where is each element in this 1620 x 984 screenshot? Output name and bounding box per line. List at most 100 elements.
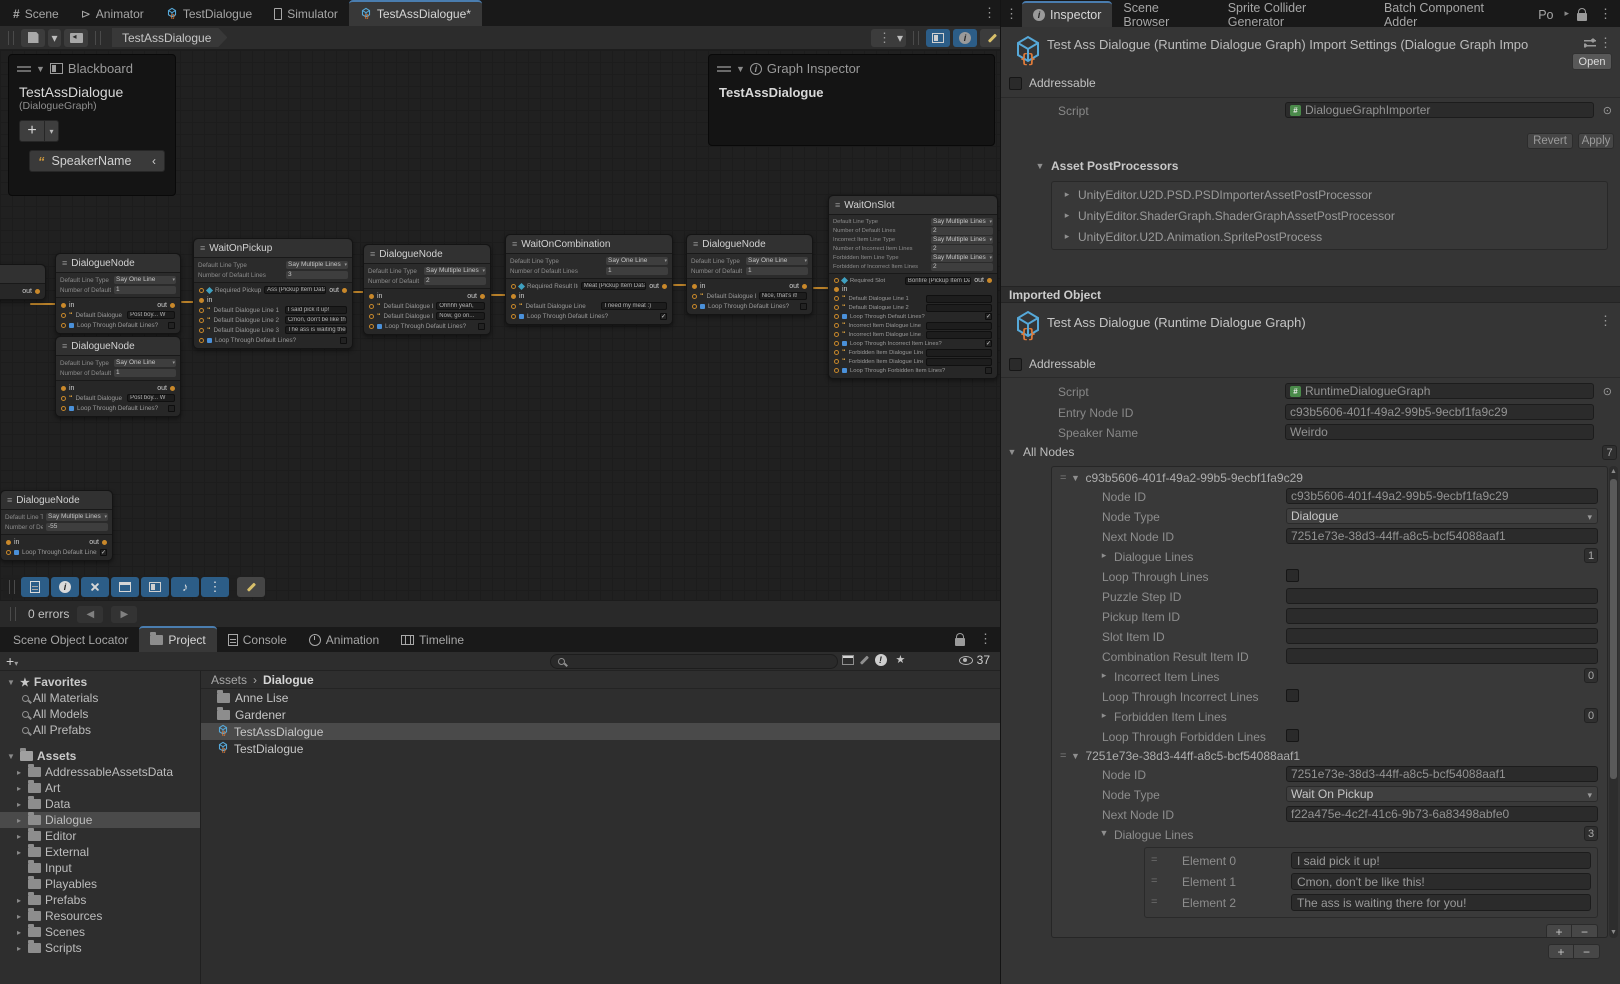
foldout-triangle-icon[interactable]: ▼ — [6, 752, 16, 761]
toggle-minimap-button[interactable] — [21, 577, 49, 597]
node-collapse-icon[interactable]: ≡ — [62, 258, 67, 268]
assets-root-item[interactable]: ▼Assets — [0, 748, 200, 764]
postprocessors-foldout[interactable]: ▼ Asset PostProcessors — [1035, 159, 1620, 173]
addressable-checkbox-2[interactable] — [1009, 358, 1022, 371]
lock-icon[interactable] — [1577, 13, 1587, 21]
save-graph-button[interactable] — [21, 29, 45, 47]
node-connection-edge[interactable] — [673, 284, 687, 286]
footer-more-button[interactable]: ⋮ — [201, 577, 229, 597]
folder-item-input[interactable]: Input — [0, 860, 200, 876]
value-port-icon[interactable] — [834, 341, 839, 346]
node-property-dropdown[interactable]: Say Multiple Lines — [931, 236, 993, 244]
value-port-icon[interactable] — [692, 294, 697, 299]
node-property-dropdown[interactable]: Say One Line — [114, 359, 176, 367]
foldout-triangle-icon[interactable]: ▸ — [1099, 710, 1109, 724]
node-titlebar[interactable]: ≡DialogueNode — [687, 235, 812, 254]
toggle-tools-button[interactable] — [81, 577, 109, 597]
value-port-icon[interactable] — [834, 314, 839, 319]
string-value-field[interactable] — [926, 349, 992, 357]
node-collapse-icon[interactable]: ≡ — [62, 341, 67, 351]
value-port-icon[interactable] — [199, 318, 204, 323]
property-value-field[interactable] — [1286, 588, 1598, 604]
remove-element-button[interactable]: − — [1572, 924, 1598, 938]
node-collapse-icon[interactable]: ≡ — [7, 495, 12, 505]
node-property-dropdown[interactable]: Say Multiple Lines — [424, 267, 486, 275]
output-port-icon[interactable] — [170, 386, 175, 391]
output-port-icon[interactable] — [35, 289, 40, 294]
node-property-dropdown[interactable]: Say Multiple Lines — [931, 218, 993, 226]
string-value-field[interactable] — [926, 322, 992, 330]
input-port-icon[interactable] — [61, 386, 66, 391]
node-section-header[interactable]: =▼c93b5606-401f-49a2-99b5-9ecbf1fa9c29 — [1052, 469, 1607, 487]
graph-inspector-panel[interactable]: ▼ i Graph Inspector TestAssDialogue — [708, 54, 995, 146]
object-reference-field[interactable]: Bonfire (Pickup Item Data) — [905, 277, 971, 285]
value-port-icon[interactable] — [834, 296, 839, 301]
node-property-dropdown[interactable]: Say One Line — [114, 276, 176, 284]
output-port-icon[interactable] — [102, 540, 107, 545]
property-checkbox[interactable] — [1286, 689, 1299, 702]
tab-console[interactable]: Console — [217, 628, 298, 652]
foldout-triangle-icon[interactable]: ▸ — [1062, 189, 1072, 200]
tab-overflow-arrow-icon[interactable]: ▸ — [1564, 8, 1569, 19]
node-titlebar[interactable]: ≡DialogueNode — [364, 245, 490, 264]
all-nodes-scrollbar[interactable]: ▲ ▼ — [1609, 466, 1618, 938]
entry-node-field[interactable]: c93b5606-401f-49a2-99b5-9ecbf1fa9c29 — [1285, 404, 1594, 420]
collapse-triangle-icon[interactable]: ▼ — [736, 64, 745, 74]
graph-inspector-titlebar[interactable]: ▼ i Graph Inspector — [709, 55, 994, 82]
folder-item-playables[interactable]: Playables — [0, 876, 200, 892]
folder-item-data[interactable]: ▸Data — [0, 796, 200, 812]
output-port-icon[interactable] — [987, 278, 992, 283]
input-port-icon[interactable] — [369, 294, 374, 299]
folder-item-resources[interactable]: ▸Resources — [0, 908, 200, 924]
foldout-triangle-icon[interactable]: ▼ — [1035, 161, 1045, 171]
node-property-dropdown[interactable]: Say Multiple Lines — [286, 261, 348, 269]
saved-search-star-icon[interactable]: ★ — [896, 653, 906, 666]
drag-handle-icon[interactable]: = — [1060, 472, 1065, 484]
value-port-icon[interactable] — [369, 304, 374, 309]
input-port-icon[interactable] — [834, 287, 839, 292]
value-port-icon[interactable] — [511, 314, 516, 319]
node-property-field[interactable]: 3 — [286, 271, 348, 279]
toggle-blackboard-button[interactable] — [141, 577, 169, 597]
create-asset-button[interactable]: +▾ — [6, 653, 18, 669]
property-value-field[interactable]: 7251e73e-38d3-44ff-a8c5-bcf54088aaf1 — [1286, 766, 1598, 782]
folder-item-editor[interactable]: ▸Editor — [0, 828, 200, 844]
string-value-field[interactable] — [926, 295, 992, 303]
project-search-input[interactable] — [550, 654, 838, 669]
string-value-field[interactable]: Nice, that's it! — [759, 292, 807, 300]
add-element-button[interactable]: + — [1546, 924, 1572, 938]
favorites-header[interactable]: ▼★Favorites — [0, 674, 200, 690]
node-checkbox[interactable] — [168, 405, 175, 412]
drag-handle-icon[interactable]: = — [1151, 854, 1156, 866]
inspector-tab-scene-browser[interactable]: Scene Browser — [1112, 3, 1216, 27]
favorite-item-all-prefabs[interactable]: All Prefabs — [0, 722, 200, 738]
file-item-testdialogue[interactable]: {}TestDialogue — [201, 740, 1000, 757]
expand-arrow-icon[interactable]: ▸ — [14, 928, 24, 937]
graph-node-waitonpickup[interactable]: ≡WaitOnPickupDefault Line TypeSay Multip… — [193, 238, 353, 349]
addressable-checkbox[interactable] — [1009, 77, 1022, 90]
next-error-button[interactable]: ▶ — [111, 606, 137, 623]
value-port-icon[interactable] — [834, 278, 839, 283]
value-port-icon[interactable] — [61, 313, 66, 318]
property-dropdown[interactable]: Dialogue — [1286, 508, 1598, 524]
node-property-field[interactable]: -55 — [46, 523, 108, 531]
all-nodes-count[interactable]: 7 — [1602, 445, 1617, 460]
node-collapse-icon[interactable]: ≡ — [512, 239, 517, 249]
node-connection-edge[interactable] — [30, 303, 56, 305]
node-property-dropdown[interactable]: Say One Line — [606, 257, 668, 265]
graph-canvas[interactable]: ≡StartNodeout≡DialogueNodeDefault Line T… — [0, 50, 1000, 600]
expand-arrow-icon[interactable]: ▸ — [14, 816, 24, 825]
node-property-field[interactable]: 2 — [931, 263, 993, 271]
string-value-field[interactable]: Now, go on... — [436, 312, 485, 320]
node-titlebar[interactable]: ≡WaitOnPickup — [194, 239, 352, 258]
value-port-icon[interactable] — [199, 308, 204, 313]
array-size-badge[interactable]: 0 — [1584, 668, 1598, 683]
property-value-field[interactable]: f22a475e-4c2f-41c6-9b73-6a83498abfe0 — [1286, 806, 1598, 822]
property-value-field[interactable]: 7251e73e-38d3-44ff-a8c5-bcf54088aaf1 — [1286, 528, 1598, 544]
foldout-triangle-icon[interactable]: ▼ — [6, 678, 16, 687]
project-breadcrumb[interactable]: Assets › Dialogue — [201, 671, 1000, 689]
expand-arrow-icon[interactable]: ▸ — [14, 912, 24, 921]
postprocessor-item[interactable]: ▸UnityEditor.U2D.PSD.PSDImporterAssetPos… — [1052, 184, 1607, 205]
toggle-window-button[interactable] — [111, 577, 139, 597]
foldout-row-label[interactable]: ▸Incorrect Item Lines — [1099, 670, 1219, 684]
